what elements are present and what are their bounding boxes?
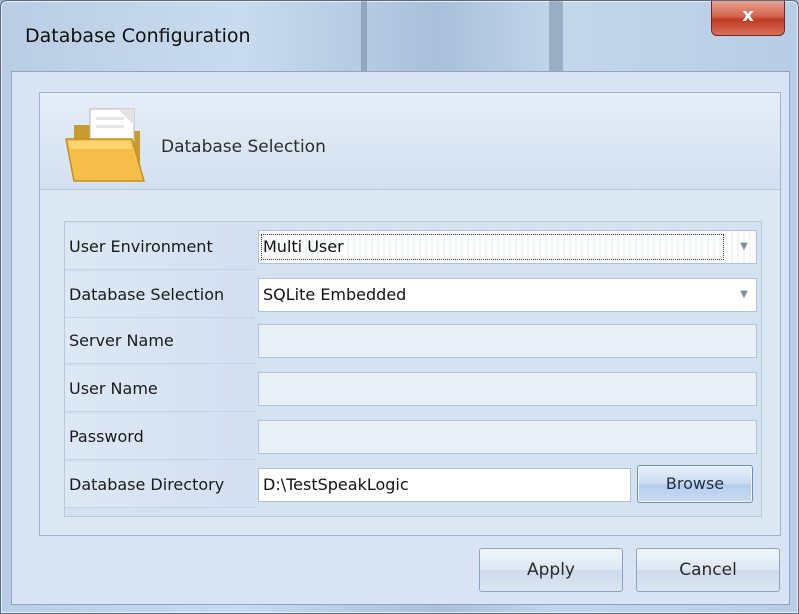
database-directory-value[interactable]: D:\TestSpeakLogic [263,475,409,494]
user-name-label: User Name [65,366,255,412]
apply-button[interactable]: Apply [479,548,623,592]
user-environment-combo[interactable]: Multi User ▼ [258,230,757,264]
chevron-down-icon[interactable]: ▼ [732,279,756,311]
user-environment-label: User Environment [65,224,255,270]
folder-icon [65,108,145,182]
database-selection-label: Database Selection [65,272,255,318]
database-directory-label: Database Directory [65,462,255,508]
client-area: Database Selection User Environment Mult… [11,71,790,605]
server-name-input[interactable] [263,325,756,357]
cancel-button[interactable]: Cancel [636,548,780,592]
row-database-directory: Database Directory D:\TestSpeakLogic Bro… [65,462,761,508]
database-form: User Environment Multi User ▼ Database S… [64,221,762,517]
password-field[interactable] [258,420,757,454]
title-bar[interactable]: Database Configuration x [1,1,798,71]
focus-rectangle [261,234,724,260]
database-selection-combo[interactable]: SQLite Embedded ▼ [258,278,757,312]
database-directory-field[interactable]: D:\TestSpeakLogic [258,468,631,502]
dialog-window: Database Configuration x Database Select… [0,0,799,614]
row-database-selection: Database Selection SQLite Embedded ▼ [65,272,761,318]
row-user-environment: User Environment Multi User ▼ [65,224,761,270]
close-button[interactable]: x [711,1,785,36]
window-title: Database Configuration [25,25,251,47]
database-selection-group: Database Selection User Environment Mult… [39,92,781,536]
user-name-input[interactable] [263,373,756,405]
user-name-field[interactable] [258,372,757,406]
row-user-name: User Name [65,366,761,412]
title-bar-reflection [361,1,367,71]
browse-button[interactable]: Browse [637,465,753,503]
group-header: Database Selection [40,93,780,190]
row-password: Password [65,414,761,460]
server-name-label: Server Name [65,318,255,364]
password-input[interactable] [263,421,756,453]
database-selection-value: SQLite Embedded [263,285,407,304]
server-name-field[interactable] [258,324,757,358]
chevron-down-icon[interactable]: ▼ [732,231,756,263]
close-icon: x [742,5,754,26]
row-server-name: Server Name [65,318,761,364]
title-bar-reflection [549,1,563,71]
password-label: Password [65,414,255,460]
group-title: Database Selection [161,137,326,157]
